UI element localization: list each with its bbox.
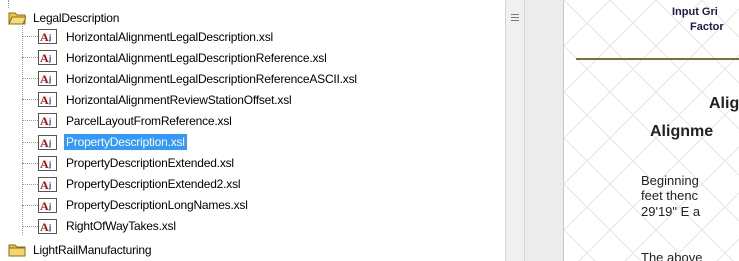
tree-item-label: PropertyDescriptionExtended2.xsl [66, 177, 241, 192]
svg-text:j: j [48, 202, 51, 211]
tree-item[interactable]: Aj PropertyDescriptionExtended2.xsl [38, 175, 242, 194]
tree-item[interactable]: Aj HorizontalAlignmentLegalDescriptionRef… [38, 69, 359, 88]
tree-item[interactable]: Aj RightOfWayTakes.xsl [38, 217, 178, 236]
svg-text:A: A [40, 136, 49, 150]
preview-title-line1: Alig [709, 95, 739, 112]
xsl-file-icon: Aj [38, 71, 57, 87]
svg-text:A: A [40, 72, 49, 86]
preview-header-line2: Factor [690, 21, 724, 33]
svg-text:j: j [48, 223, 51, 232]
tree-item-label: HorizontalAlignmentLegalDescription.xsl [66, 29, 273, 44]
splitter-grip-icon [511, 14, 519, 23]
tree-connector [22, 36, 38, 37]
tree-item[interactable]: Aj PropertyDescriptionLongNames.xsl [38, 196, 250, 215]
tree-item[interactable]: Aj PropertyDescription.xsl [38, 133, 187, 152]
svg-text:j: j [48, 117, 51, 126]
tree-connector [22, 78, 38, 80]
svg-text:j: j [48, 181, 51, 190]
svg-text:A: A [40, 157, 49, 171]
tree-item[interactable]: Aj HorizontalAlignmentReviewStationOffset… [38, 90, 293, 109]
folder-light-rail-manufacturing[interactable]: LightRailManufacturing [8, 240, 153, 259]
tree-item[interactable]: Aj PropertyDescriptionExtended.xsl [38, 154, 236, 173]
report-preview: Input Gri Factor Alig Alignme Beginning … [563, 0, 739, 261]
tree-item-label: HorizontalAlignmentReviewStationOffset.x… [66, 92, 292, 107]
tree-item-label: PropertyDescription.xsl [64, 134, 187, 150]
pane-splitter[interactable] [505, 0, 525, 261]
xsl-file-icon: Aj [38, 29, 57, 44]
preview-body-line3: 29'19" E a [641, 204, 701, 219]
folder-legal-description[interactable]: LegalDescription [8, 8, 121, 27]
preview-title-line2: Alignme [650, 123, 714, 140]
tree-item-label: HorizontalAlignmentLegalDescriptionRefer… [66, 50, 327, 65]
xsl-file-icon: Aj [38, 134, 57, 150]
svg-text:j: j [48, 139, 51, 148]
tree-connector [8, 0, 9, 8]
folder-label: LegalDescription [33, 10, 120, 25]
tree-item-label: HorizontalAlignmentLegalDescriptionRefer… [66, 71, 357, 86]
preview-body-line1: Beginning [641, 173, 699, 188]
xsl-file-icon: Aj [38, 113, 57, 129]
svg-text:j: j [48, 160, 51, 169]
svg-text:A: A [40, 30, 49, 44]
preview-margin [525, 0, 563, 261]
folder-open-icon [8, 12, 26, 25]
svg-text:j: j [48, 33, 51, 42]
tree-connector [22, 99, 38, 101]
tree-connector [22, 141, 38, 143]
tree-connector [22, 120, 38, 122]
xsl-file-icon: Aj [38, 92, 57, 108]
svg-text:j: j [48, 75, 51, 84]
xsl-file-icon: Aj [38, 176, 57, 192]
preview-body-line2: feet thenc [641, 188, 699, 203]
tree-connector [22, 225, 38, 227]
svg-text:A: A [40, 220, 49, 234]
xsl-file-icon: Aj [38, 218, 57, 234]
svg-text:A: A [40, 51, 49, 65]
tree-connector [22, 183, 38, 185]
tree-item[interactable]: Aj ParcelLayoutFromReference.xsl [38, 111, 234, 130]
preview-header-line1: Input Gri [672, 6, 718, 18]
xsl-file-icon: Aj [38, 197, 57, 213]
tree-item-label: RightOfWayTakes.xsl [66, 219, 176, 234]
xsl-file-icon: Aj [38, 155, 57, 171]
svg-text:A: A [40, 199, 49, 213]
tree-item[interactable]: Aj HorizontalAlignmentLegalDescription.xs… [38, 27, 275, 46]
folder-label: LightRailManufacturing [33, 242, 152, 257]
tree-item-label: PropertyDescriptionExtended.xsl [66, 156, 234, 171]
svg-text:j: j [48, 96, 51, 105]
preview-body-line4: The above [641, 250, 703, 261]
svg-text:A: A [40, 93, 49, 107]
xsl-file-icon: Aj [38, 50, 57, 66]
folder-icon [8, 244, 26, 257]
svg-text:j: j [48, 54, 51, 63]
preview-rule [576, 58, 739, 60]
svg-text:A: A [40, 178, 49, 192]
tree-connector [22, 204, 38, 206]
tree-item[interactable]: Aj HorizontalAlignmentLegalDescriptionRef… [38, 48, 329, 67]
svg-text:A: A [40, 114, 49, 128]
file-tree[interactable]: LegalDescription Aj HorizontalAlignmentLe… [0, 0, 505, 261]
tree-connector [22, 57, 38, 59]
tree-connector [22, 162, 38, 164]
tree-item-label: PropertyDescriptionLongNames.xsl [66, 198, 248, 213]
tree-item-label: ParcelLayoutFromReference.xsl [66, 113, 232, 128]
